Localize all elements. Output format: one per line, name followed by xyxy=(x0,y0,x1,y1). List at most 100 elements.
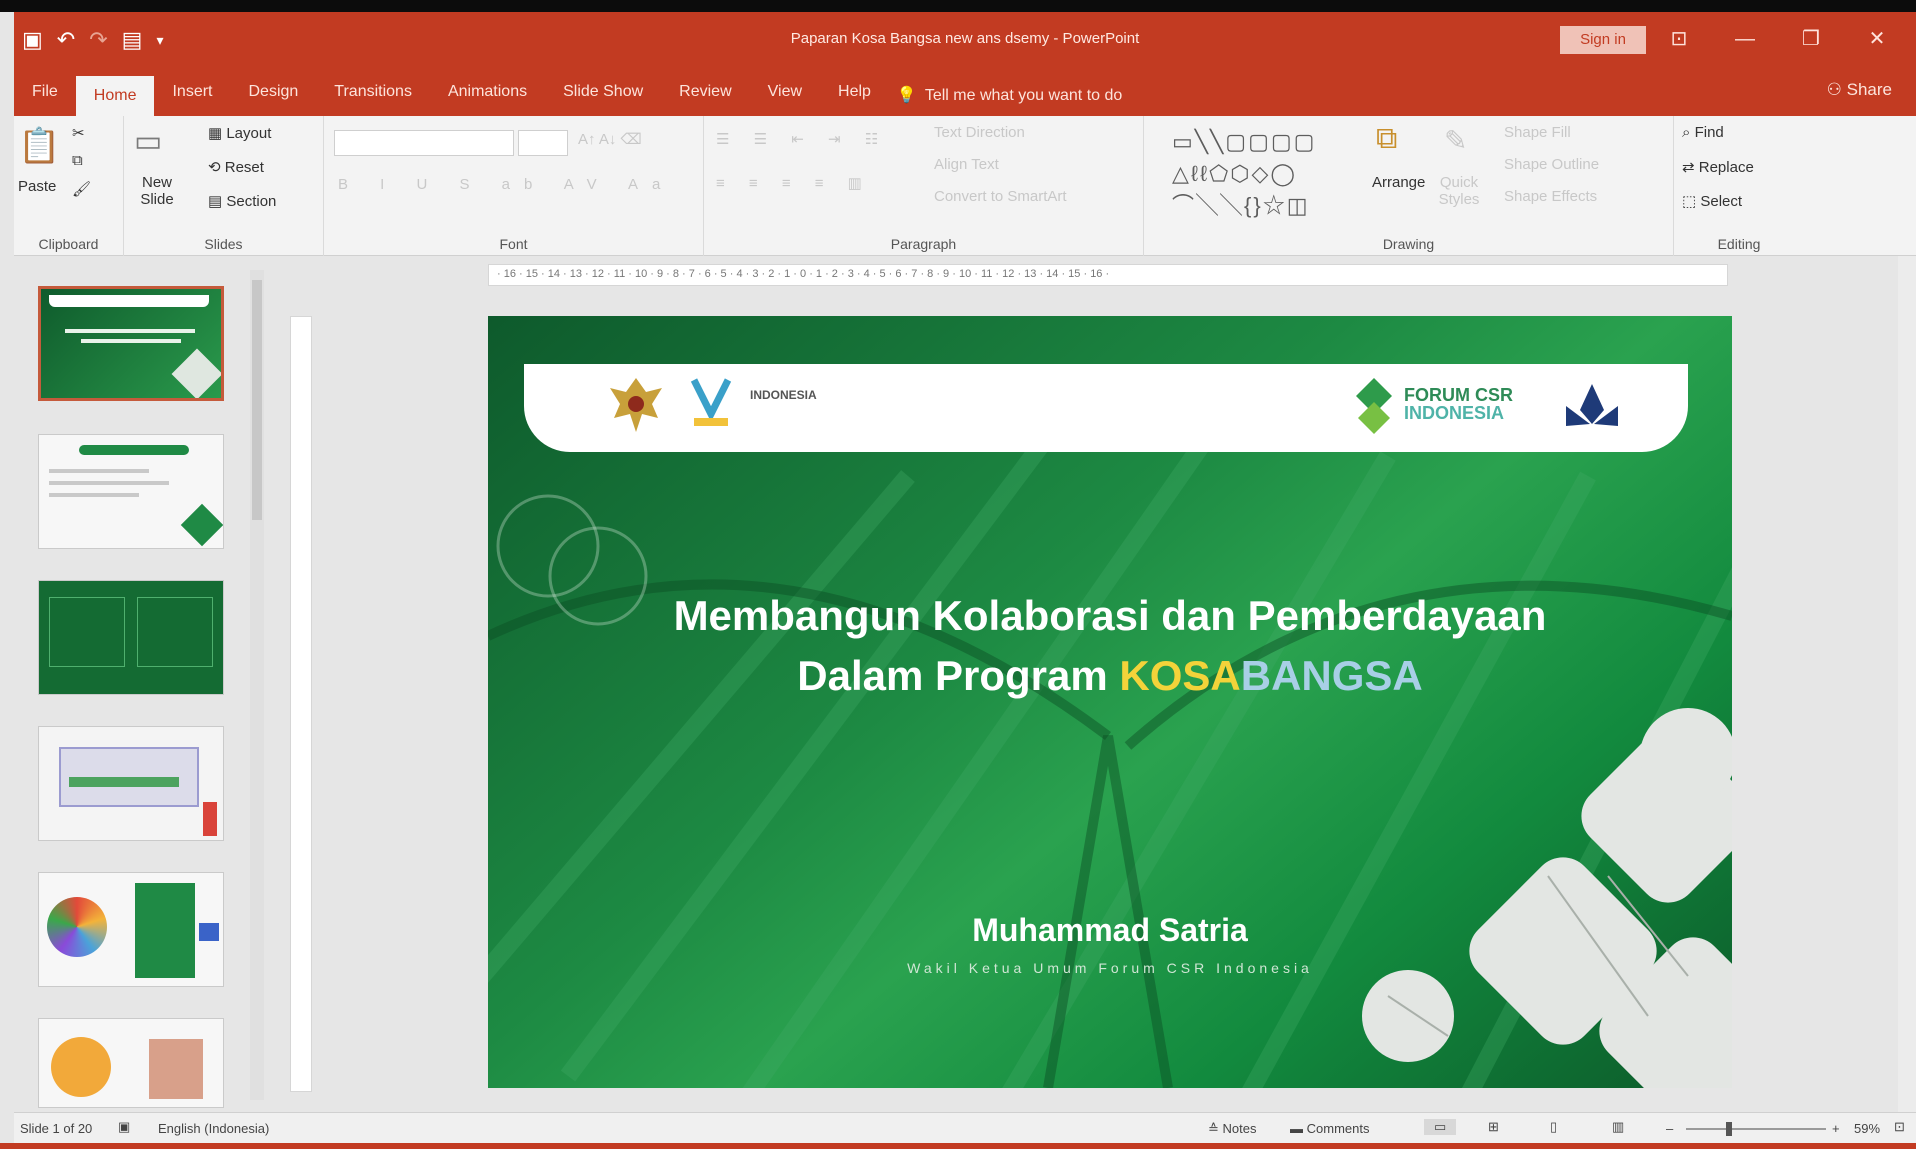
spell-check-icon[interactable]: ▣ xyxy=(118,1119,130,1135)
tab-view[interactable]: View xyxy=(750,72,820,116)
comment-icon: ▬ xyxy=(1290,1121,1307,1136)
minimize-icon[interactable]: — xyxy=(1712,24,1778,54)
shape-fill-button[interactable]: Shape Fill xyxy=(1504,124,1571,141)
editor-scrollbar[interactable] xyxy=(1898,256,1916,1112)
ribbon-display-options-icon[interactable]: ⊡ xyxy=(1646,24,1712,54)
close-icon[interactable]: ✕ xyxy=(1844,24,1910,54)
zoom-slider[interactable] xyxy=(1686,1122,1826,1136)
restore-icon[interactable]: ❐ xyxy=(1778,24,1844,54)
tab-animations[interactable]: Animations xyxy=(430,72,545,116)
text-direction-button[interactable]: Text Direction xyxy=(934,124,1025,141)
thumb-circle xyxy=(51,1037,111,1097)
tab-review[interactable]: Review xyxy=(661,72,749,116)
scrollbar-thumb[interactable] xyxy=(252,280,262,520)
zoom-in-icon[interactable]: + xyxy=(1832,1121,1840,1136)
thumb-block xyxy=(149,1039,203,1099)
list-icons[interactable]: ☰ ☰ ⇤ ⇥ ☷ xyxy=(716,130,888,148)
reset-button[interactable]: ⟲ Reset xyxy=(208,158,264,176)
tab-help[interactable]: Help xyxy=(820,72,889,116)
zoom-out-icon[interactable]: – xyxy=(1666,1121,1673,1136)
tab-slide-show[interactable]: Slide Show xyxy=(545,72,661,116)
find-button[interactable]: ⌕ Find xyxy=(1682,124,1724,141)
section-button[interactable]: ▤ Section xyxy=(208,192,276,210)
slide-canvas[interactable]: INDONESIA FORUM CSR INDONESIA Membangun … xyxy=(488,316,1732,1088)
quick-styles-button[interactable]: Quick Styles xyxy=(1434,174,1484,208)
layout-button[interactable]: ▦ Layout xyxy=(208,124,271,142)
slide-sorter-icon[interactable]: ⊞ xyxy=(1488,1119,1499,1135)
zoom-level[interactable]: 59% xyxy=(1854,1121,1880,1136)
zoom-slider-thumb[interactable] xyxy=(1726,1122,1732,1136)
slide-thumbnail-4[interactable] xyxy=(38,726,224,841)
title-line-1: Membangun Kolaborasi dan Pemberdayaan xyxy=(673,592,1547,639)
arrange-icon[interactable]: ⧉ xyxy=(1376,122,1397,156)
presenter-role[interactable]: Wakil Ketua Umum Forum CSR Indonesia xyxy=(488,960,1732,976)
language-indicator[interactable]: English (Indonesia) xyxy=(158,1121,269,1136)
tab-home[interactable]: Home xyxy=(75,76,155,116)
fit-slide-icon[interactable]: ⊡ xyxy=(1894,1119,1905,1135)
thumb-arrow xyxy=(199,923,219,941)
slides-group: ▭ New Slide ▦ Layout ⟲ Reset ▤ Section S… xyxy=(124,116,324,256)
shape-effects-button[interactable]: Shape Effects xyxy=(1504,188,1597,205)
font-format-icons[interactable]: B I U S ab AV Aa xyxy=(338,176,674,193)
forum-csr-text: FORUM CSR INDONESIA xyxy=(1404,386,1513,422)
thumb-column xyxy=(49,597,125,667)
grow-font-icon[interactable]: A↑ A↓ ⌫ xyxy=(578,130,642,148)
copy-icon[interactable]: ⧉ xyxy=(72,152,83,169)
slide-title[interactable]: Membangun Kolaborasi dan Pemberdayaan Da… xyxy=(488,586,1732,706)
powerpoint-window: ▣ ↶ ↷ ▤ ▾ Paparan Kosa Bangsa new ans ds… xyxy=(0,0,1916,1149)
tab-insert[interactable]: Insert xyxy=(154,72,230,116)
notes-label: Notes xyxy=(1222,1121,1257,1136)
section-label: Section xyxy=(226,193,277,210)
notes-button[interactable]: ≙ Notes xyxy=(1208,1121,1256,1137)
slide-thumbnail-5[interactable] xyxy=(38,872,224,987)
thumb-bar xyxy=(69,777,179,787)
forum-csr-logo-mark xyxy=(1352,376,1396,436)
cut-icon[interactable]: ✂ xyxy=(72,124,85,142)
shapes-gallery[interactable]: ▭╲╲▢▢▢▢ △ℓℓ⬠⬡◇◯ ⌒╲╲{}☆◫ xyxy=(1172,126,1316,222)
normal-view-icon[interactable]: ▭ xyxy=(1424,1119,1457,1135)
font-size-input[interactable] xyxy=(518,130,568,156)
align-icons[interactable]: ≡ ≡ ≡ ≡ ▥ xyxy=(716,174,872,192)
presenter-name[interactable]: Muhammad Satria xyxy=(488,912,1732,949)
paste-button[interactable]: Paste xyxy=(18,178,56,195)
indonesia-logo-text: INDONESIA xyxy=(750,388,817,402)
align-text-button[interactable]: Align Text xyxy=(934,156,999,173)
thumb-header xyxy=(79,445,189,455)
vertical-ruler xyxy=(290,316,312,1092)
select-button[interactable]: ⬚ Select xyxy=(1682,192,1742,210)
shape-outline-button[interactable]: Shape Outline xyxy=(1504,156,1599,173)
thumb-text-line xyxy=(49,469,149,473)
tell-me-search[interactable]: Tell me what you want to do xyxy=(925,76,1122,116)
slide-thumbnail-2[interactable] xyxy=(38,434,224,549)
slide-thumbnail-6[interactable] xyxy=(38,1018,224,1108)
share-label: Share xyxy=(1846,80,1892,99)
comments-button[interactable]: ▬ Comments xyxy=(1290,1121,1369,1136)
arrange-button[interactable]: Arrange xyxy=(1372,174,1425,191)
share-button[interactable]: ⚇ Share xyxy=(1827,80,1892,100)
tab-file[interactable]: File xyxy=(14,72,76,116)
forum-csr-line1: FORUM CSR xyxy=(1404,385,1513,405)
slide-thumbnail-3[interactable] xyxy=(38,580,224,695)
sign-in-button[interactable]: Sign in xyxy=(1560,26,1646,54)
thumb-corner-shape xyxy=(180,503,223,547)
lotus-logo xyxy=(1560,380,1624,436)
new-slide-button[interactable]: New Slide xyxy=(132,174,182,208)
quick-styles-icon[interactable]: ✎ xyxy=(1444,124,1467,157)
convert-smartart-button[interactable]: Convert to SmartArt xyxy=(934,188,1067,205)
title-line-2: Dalam Program KOSABANGSA xyxy=(488,646,1732,706)
slide-show-icon[interactable]: ▥ xyxy=(1612,1119,1624,1135)
logo-header-band: INDONESIA FORUM CSR INDONESIA xyxy=(524,364,1688,452)
slide-thumbnail-1[interactable] xyxy=(38,286,224,401)
comments-label: Comments xyxy=(1306,1121,1370,1136)
replace-icon: ⇄ xyxy=(1682,159,1699,176)
tab-transitions[interactable]: Transitions xyxy=(316,72,430,116)
paste-icon[interactable]: 📋 xyxy=(18,126,60,166)
format-painter-icon[interactable]: 🖌 xyxy=(72,180,91,198)
font-name-input[interactable] xyxy=(334,130,514,156)
replace-button[interactable]: ⇄ Replace xyxy=(1682,158,1754,176)
tab-design[interactable]: Design xyxy=(230,72,316,116)
reading-view-icon[interactable]: ▯ xyxy=(1550,1119,1557,1135)
notes-icon: ≙ xyxy=(1208,1121,1223,1136)
new-slide-icon[interactable]: ▭ xyxy=(134,124,162,159)
thumbnail-scrollbar[interactable] xyxy=(250,270,264,1100)
